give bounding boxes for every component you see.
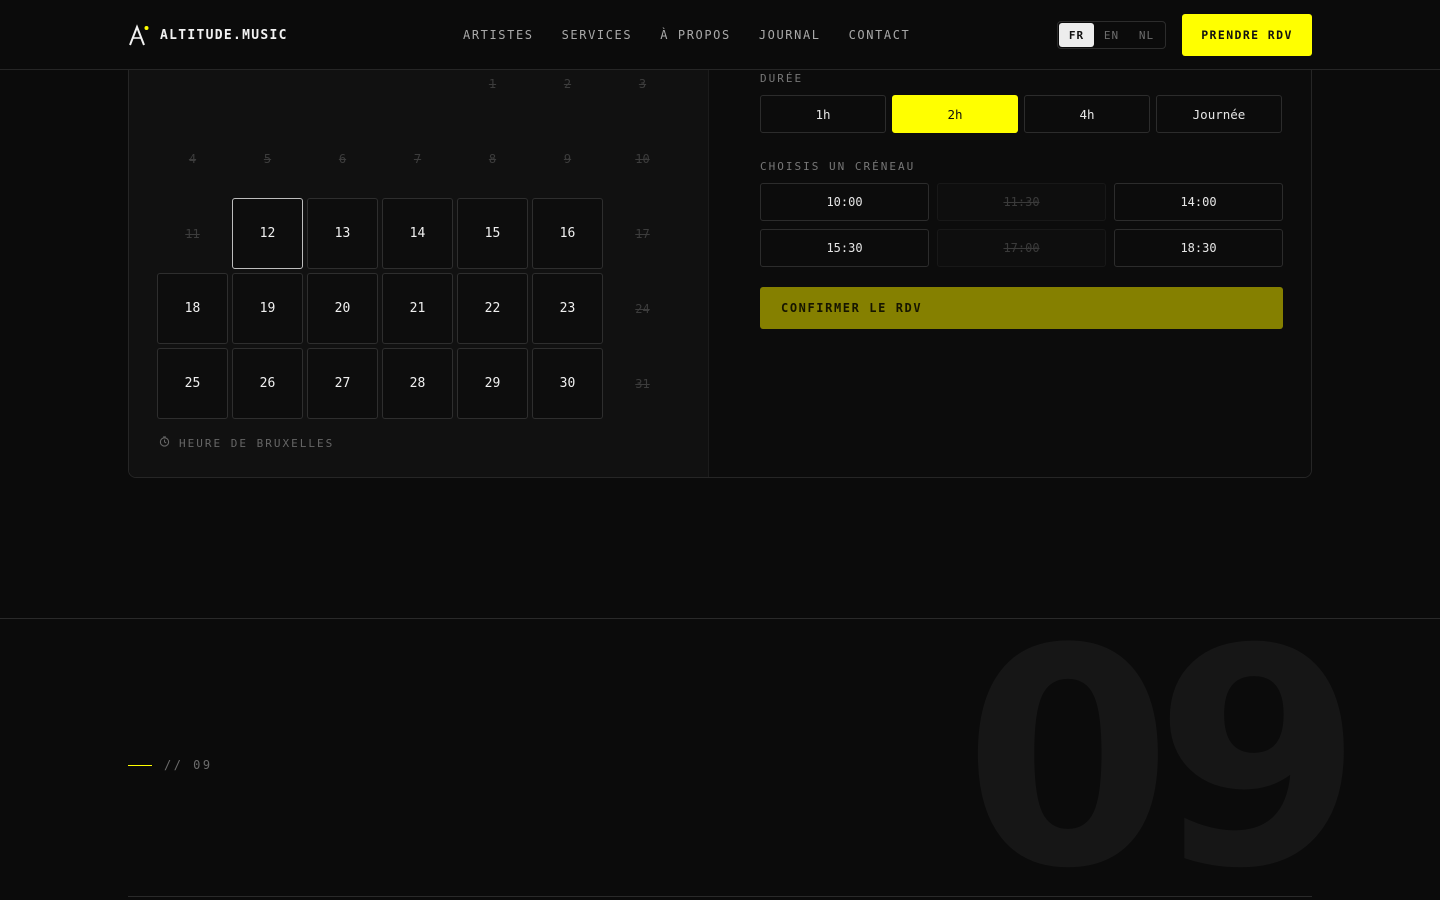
nav-link-contact[interactable]: CONTACT bbox=[849, 28, 911, 42]
calendar-day-7: 7 bbox=[413, 151, 422, 166]
nav-link-a-propos[interactable]: À PROPOS bbox=[660, 28, 731, 42]
duration-option-4h[interactable]: 4h bbox=[1024, 95, 1150, 133]
time-slot-1130: 11:30 bbox=[937, 183, 1106, 221]
calendar-day-31: 31 bbox=[635, 376, 650, 391]
calendar-day-28[interactable]: 28 bbox=[382, 348, 453, 419]
calendar-day-12[interactable]: 12 bbox=[232, 198, 303, 269]
main-nav: ARTISTES SERVICES À PROPOS JOURNAL CONTA… bbox=[463, 0, 910, 70]
duration-option-2h[interactable]: 2h bbox=[892, 95, 1018, 133]
book-appointment-button[interactable]: PRENDRE RDV bbox=[1182, 14, 1312, 56]
time-slot-1830[interactable]: 18:30 bbox=[1114, 229, 1283, 267]
lang-option-en[interactable]: EN bbox=[1094, 23, 1129, 47]
calendar-day-8: 8 bbox=[488, 151, 497, 166]
calendar-grid: 1 2 3 4 5 6 7 8 9 10 11 12 13 14 15 16 17 18 19 20 21 22 23 24 2… bbox=[157, 46, 685, 421]
timezone-label: HEURE DE BRUXELLES bbox=[179, 436, 335, 450]
calendar-day-21[interactable]: 21 bbox=[382, 273, 453, 344]
calendar-day-25[interactable]: 25 bbox=[157, 348, 228, 419]
section-number-watermark: 09 bbox=[963, 585, 1363, 900]
calendar-day-14[interactable]: 14 bbox=[382, 198, 453, 269]
language-switcher: FR EN NL bbox=[1057, 21, 1166, 49]
nav-link-journal[interactable]: JOURNAL bbox=[759, 28, 821, 42]
clock-icon bbox=[159, 436, 170, 450]
lang-option-fr[interactable]: FR bbox=[1059, 23, 1094, 47]
time-slot-1530[interactable]: 15:30 bbox=[760, 229, 929, 267]
calendar-day-22[interactable]: 22 bbox=[457, 273, 528, 344]
altitude-logo-icon bbox=[128, 24, 150, 46]
calendar-day-10: 10 bbox=[635, 151, 650, 166]
calendar-day-6: 6 bbox=[338, 151, 347, 166]
time-slot-1000[interactable]: 10:00 bbox=[760, 183, 929, 221]
calendar-day-30[interactable]: 30 bbox=[532, 348, 603, 419]
section-tag: // 09 bbox=[128, 758, 213, 772]
calendar-day-15[interactable]: 15 bbox=[457, 198, 528, 269]
calendar-day-27[interactable]: 27 bbox=[307, 348, 378, 419]
calendar-day-16[interactable]: 16 bbox=[532, 198, 603, 269]
brand-logo[interactable]: ALTITUDE.MUSIC bbox=[128, 24, 288, 46]
calendar-day-23[interactable]: 23 bbox=[532, 273, 603, 344]
calendar-week-row: 11 12 13 14 15 16 17 bbox=[157, 196, 685, 271]
duration-label: DURÉE bbox=[760, 72, 804, 85]
brand-name: ALTITUDE.MUSIC bbox=[160, 27, 288, 43]
calendar-day-18[interactable]: 18 bbox=[157, 273, 228, 344]
calendar-day-26[interactable]: 26 bbox=[232, 348, 303, 419]
timezone-note: HEURE DE BRUXELLES bbox=[159, 436, 334, 450]
calendar-day-20[interactable]: 20 bbox=[307, 273, 378, 344]
calendar-day-13[interactable]: 13 bbox=[307, 198, 378, 269]
duration-option-journee[interactable]: Journée bbox=[1156, 95, 1282, 133]
calendar-day-5: 5 bbox=[263, 151, 272, 166]
accent-line bbox=[128, 764, 152, 766]
calendar-day-24: 24 bbox=[635, 301, 650, 316]
calendar-day-17: 17 bbox=[635, 226, 650, 241]
bottom-divider bbox=[128, 896, 1312, 897]
calendar-day-9: 9 bbox=[563, 151, 572, 166]
calendar-day-4: 4 bbox=[188, 151, 197, 166]
time-slot-1700: 17:00 bbox=[937, 229, 1106, 267]
calendar-week-row: 18 19 20 21 22 23 24 bbox=[157, 271, 685, 346]
time-slot-grid: 10:00 11:30 14:00 15:30 17:00 18:30 bbox=[760, 183, 1283, 267]
booking-panel: 1 2 3 4 5 6 7 8 9 10 11 12 13 14 15 16 17 18 19 20 21 22 23 24 2… bbox=[128, 30, 1312, 478]
duration-option-1h[interactable]: 1h bbox=[760, 95, 886, 133]
calendar-day-11: 11 bbox=[185, 226, 200, 241]
calendar-day-29[interactable]: 29 bbox=[457, 348, 528, 419]
time-slot-1400[interactable]: 14:00 bbox=[1114, 183, 1283, 221]
lang-option-nl[interactable]: NL bbox=[1129, 23, 1164, 47]
calendar-week-row: 25 26 27 28 29 30 31 bbox=[157, 346, 685, 421]
nav-link-artistes[interactable]: ARTISTES bbox=[463, 28, 534, 42]
duration-options: 1h 2h 4h Journée bbox=[760, 95, 1282, 133]
calendar-week-row: 4 5 6 7 8 9 10 bbox=[157, 121, 685, 196]
top-navigation-bar: ALTITUDE.MUSIC ARTISTES SERVICES À PROPO… bbox=[0, 0, 1440, 70]
calendar-day-19[interactable]: 19 bbox=[232, 273, 303, 344]
section-tag-label: // 09 bbox=[164, 758, 213, 772]
calendar-column: 1 2 3 4 5 6 7 8 9 10 11 12 13 14 15 16 17 18 19 20 21 22 23 24 2… bbox=[129, 31, 709, 477]
slot-column: DURÉE 1h 2h 4h Journée CHOISIS UN CRÉNEA… bbox=[709, 31, 1311, 477]
nav-link-services[interactable]: SERVICES bbox=[562, 28, 633, 42]
confirm-appointment-button[interactable]: CONFIRMER LE RDV bbox=[760, 287, 1283, 329]
slot-label: CHOISIS UN CRÉNEAU bbox=[760, 160, 916, 173]
